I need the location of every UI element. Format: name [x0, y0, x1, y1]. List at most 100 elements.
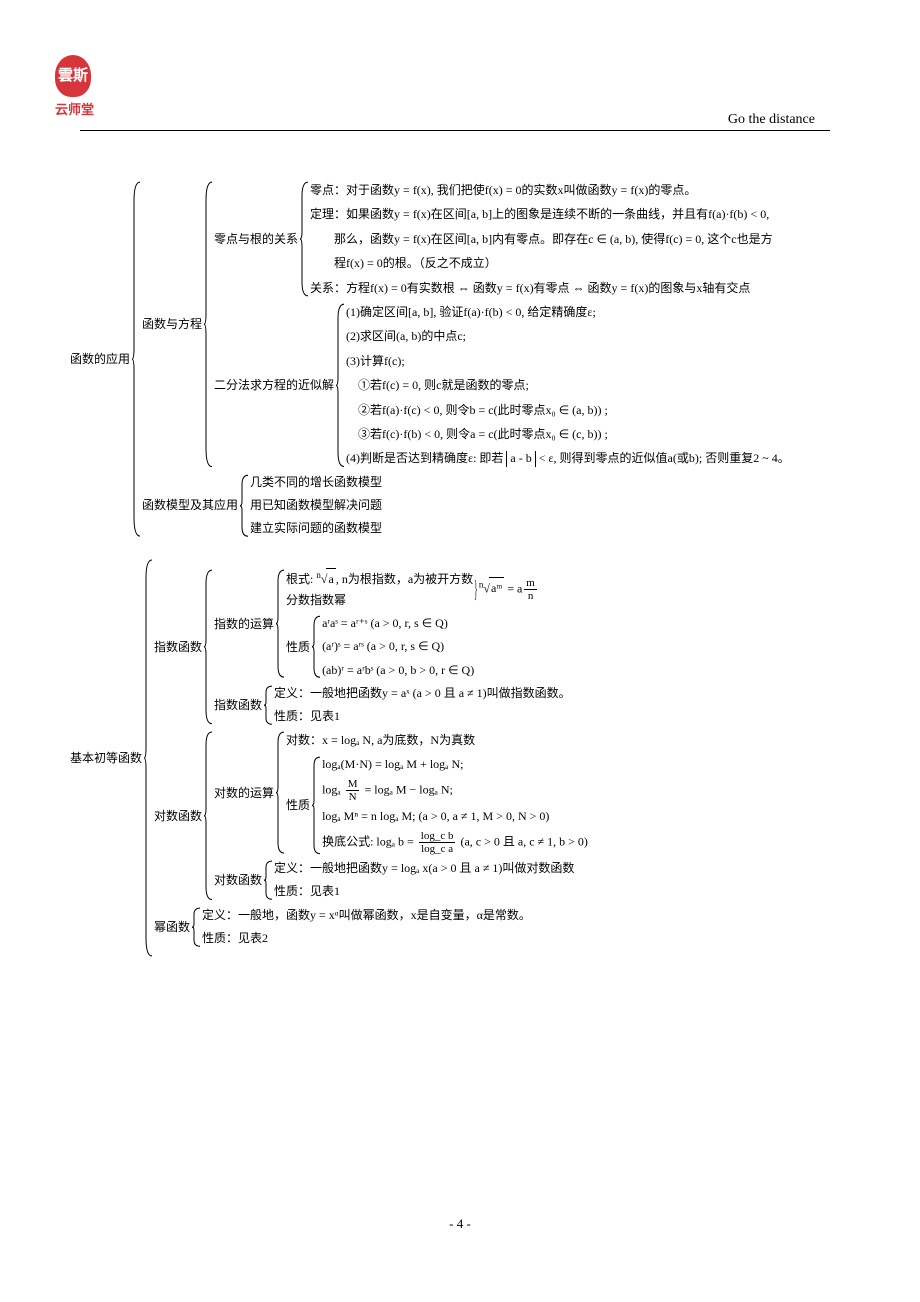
main-content: 函数的应用 函数与方程 零点与根的关系 零点：对于函数y = f(x), 我们把… [70, 180, 880, 958]
text-line: 程f(x) = 0的根。（反之不成立） [310, 253, 773, 273]
text-line: 根式: n√a, n为根指数，a为被开方数 分数指数幂 } n√aᵐ = amn [286, 568, 539, 610]
brace-icon [276, 568, 286, 679]
text-line: ②若f(a)·f(c) < 0, 则令b = c(此时零点x₀ ∈ (a, b)… [346, 400, 790, 420]
text-line: (4)判断是否达到精确度ε: 即若 a - b < ε, 则得到零点的近似值a(… [346, 448, 790, 468]
text-line: 定义：一般地，函数y = xᵅ叫做幂函数，x是自变量，α是常数。 [202, 906, 531, 925]
root-label: 函数的应用 [70, 350, 132, 368]
text-line: logₐ Mⁿ = n logₐ M; (a > 0, a ≠ 1, M > 0… [322, 807, 588, 826]
brace-icon [312, 614, 322, 680]
text: (4)判断是否达到精确度ε: 即若 [346, 451, 506, 465]
branch-function-model: 函数模型及其应用 几类不同的增长函数模型 用已知函数模型解决问题 建立实际问题的… [142, 473, 790, 539]
radicand: aᵐ [489, 577, 504, 598]
header-slogan: Go the distance [728, 112, 815, 128]
radicand: a [326, 568, 335, 589]
brace-icon [204, 180, 214, 469]
text-line: 零点：对于函数y = f(x), 我们把使f(x) = 0的实数x叫做函数y =… [310, 180, 773, 200]
numerator: M [346, 778, 360, 791]
text: 换底公式: logₐ b = [322, 834, 417, 848]
branch-label: 函数与方程 [142, 315, 204, 333]
text-line: (aʳ)ˢ = aʳˢ (a > 0, r, s ∈ Q) [322, 637, 474, 656]
branch-label: 对数函数 [214, 871, 264, 889]
branch-power: 幂函数 定义：一般地，函数y = xᵅ叫做幂函数，x是自变量，α是常数。 性质：… [154, 906, 588, 948]
radical-index: n [479, 579, 484, 589]
text-line: 性质：见表1 [274, 707, 571, 726]
branch-function-equation: 函数与方程 零点与根的关系 零点：对于函数y = f(x), 我们把使f(x) … [142, 180, 790, 469]
text-line: 定义：一般地把函数y = aˣ (a > 0 且 a ≠ 1)叫做指数函数。 [274, 684, 571, 703]
text-line: 对数：x = logₐ N, a为底数，N为真数 [286, 730, 588, 750]
text-line: 换底公式: logₐ b = log_c blog_c a (a, c > 0 … [322, 830, 588, 855]
brace-icon [144, 558, 154, 958]
brace-icon [192, 906, 202, 948]
branch-label: 指数函数 [154, 638, 204, 656]
text: 分数指数幂 [286, 590, 473, 610]
text: = logₐ M − logₐ N; [361, 782, 452, 796]
text-line: (ab)ʳ = aʳbˢ (a > 0, b > 0, r ∈ Q) [322, 661, 474, 680]
branch-log-calc: 对数的运算 对数：x = logₐ N, a为底数，N为真数 性质 logₐ(M… [214, 730, 588, 855]
abs-value: a - b [506, 451, 535, 467]
brace-icon [132, 180, 142, 538]
branch-log-func: 对数函数 定义：一般地把函数y = logₐ x(a > 0 且 a ≠ 1)叫… [214, 859, 588, 901]
text: logₐ [322, 782, 344, 796]
text-line: ③若f(c)·f(b) < 0, 则令a = c(此时零点x₀ ∈ (c, b)… [346, 424, 790, 444]
branch-label: 指数函数 [214, 696, 264, 714]
branch-label: 二分法求方程的近似解 [214, 376, 336, 394]
branch-label: 指数的运算 [214, 615, 276, 633]
brace-icon [300, 180, 310, 298]
brace-icon [204, 568, 214, 726]
text-line: 那么，函数y = f(x)在区间[a, b]内有零点。即存在c ∈ (a, b)… [310, 229, 773, 249]
text-line: logₐ(M·N) = logₐ M + logₐ N; [322, 755, 588, 774]
page-number: - 4 - [0, 1216, 920, 1232]
text-line: ①若f(c) = 0, 则c就是函数的零点; [346, 375, 790, 395]
text-line: (1)确定区间[a, b], 验证f(a)·f(b) < 0, 给定精确度ε; [346, 302, 790, 322]
tree-function-application: 函数的应用 函数与方程 零点与根的关系 零点：对于函数y = f(x), 我们把… [70, 180, 880, 538]
brace-icon [276, 730, 286, 855]
brace-icon [264, 684, 274, 726]
text-line: 性质：见表2 [202, 929, 531, 948]
fraction: mn [524, 577, 537, 602]
branch-label: 对数函数 [154, 807, 204, 825]
branch-label: 零点与根的关系 [214, 230, 300, 248]
brace-right-icon: } [474, 569, 477, 610]
fraction: log_c blog_c a [419, 830, 456, 855]
text-line: (3)计算f(c); [346, 351, 790, 371]
branch-exponential: 指数函数 指数的运算 根式: n√a, n为根指数，a为被开方数 [154, 568, 588, 726]
branch-label: 函数模型及其应用 [142, 496, 240, 514]
branch-label: 性质 [286, 638, 312, 656]
brace-icon [312, 755, 322, 856]
brace-icon [264, 859, 274, 901]
root-label: 基本初等函数 [70, 749, 144, 767]
branch-log-props: 性质 logₐ(M·N) = logₐ M + logₐ N; logₐ MN … [286, 755, 588, 856]
logo-seal-icon: 雲斯 [55, 55, 91, 97]
text-line: 关系：方程f(x) = 0有实数根 ⇔ 函数y = f(x)有零点 ⇔ 函数y … [310, 278, 773, 298]
denominator: N [347, 791, 359, 803]
tree-elementary-functions: 基本初等函数 指数函数 指数的运算 [70, 558, 880, 958]
header-divider [80, 130, 830, 131]
radical-index: n [316, 570, 321, 580]
brace-icon [204, 730, 214, 902]
branch-label: 对数的运算 [214, 784, 276, 802]
text: = a [504, 581, 522, 595]
denominator: log_c a [419, 843, 455, 855]
logo-text: 云师堂 [55, 99, 94, 118]
branch-exp-calc: 指数的运算 根式: n√a, n为根指数，a为被开方数 分数指数幂 [214, 568, 571, 679]
text-line: 性质：见表1 [274, 882, 574, 901]
branch-label: 幂函数 [154, 918, 192, 936]
text-line: 用已知函数模型解决问题 [250, 496, 382, 515]
text-line: 几类不同的增长函数模型 [250, 473, 382, 492]
text-line: 建立实际问题的函数模型 [250, 519, 382, 538]
branch-logarithm: 对数函数 对数的运算 对数：x = logₐ N, a为底数，N为真数 性质 [154, 730, 588, 902]
branch-exp-props: 性质 aʳaˢ = aʳ⁺ˢ (a > 0, r, s ∈ Q) (aʳ)ˢ =… [286, 614, 539, 680]
text: , n为根指数，a为被开方数 [336, 572, 473, 586]
text: < ε, 则得到零点的近似值a(或b); 否则重复2 ~ 4。 [536, 451, 790, 465]
fraction: MN [346, 778, 360, 803]
text-line: aʳaˢ = aʳ⁺ˢ (a > 0, r, s ∈ Q) [322, 614, 474, 633]
text: 根式: [286, 572, 316, 586]
branch-zero-root: 零点与根的关系 零点：对于函数y = f(x), 我们把使f(x) = 0的实数… [214, 180, 790, 298]
text-line: logₐ MN = logₐ M − logₐ N; [322, 778, 588, 803]
logo-seal-char: 雲斯 [58, 69, 88, 84]
numerator: m [524, 577, 537, 590]
brace-icon [336, 302, 346, 469]
text-line: (2)求区间(a, b)的中点c; [346, 326, 790, 346]
text: (a, c > 0 且 a, c ≠ 1, b > 0) [457, 834, 587, 848]
document-page: 雲斯 云师堂 Go the distance 函数的应用 函数与方程 零点与根的… [0, 0, 920, 1302]
